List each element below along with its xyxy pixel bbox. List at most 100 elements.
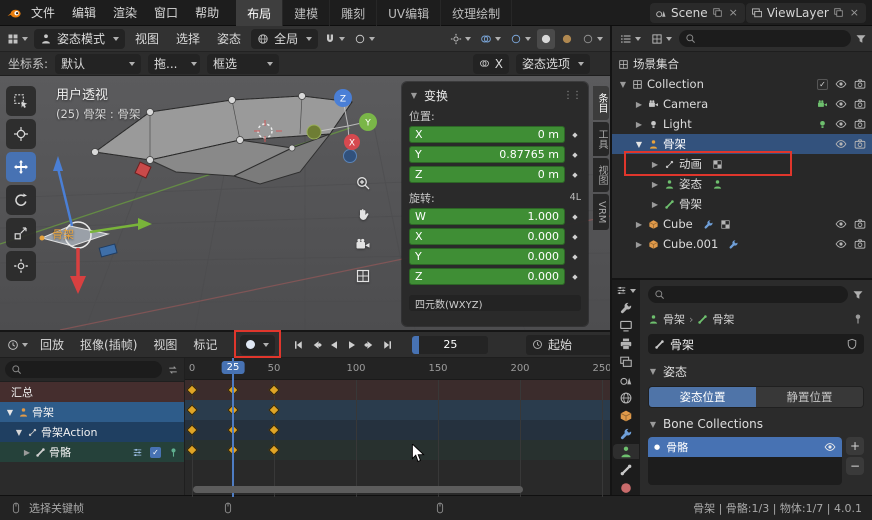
rotation-x-field[interactable]: X0.000 <box>409 228 565 245</box>
disclosure-icon[interactable]: ▶ <box>634 220 644 229</box>
viewlayer-selector[interactable]: ViewLayer × <box>746 3 866 23</box>
section-collapse-icon[interactable]: ▼ <box>648 420 658 429</box>
disclosure-icon[interactable]: ▶ <box>634 240 644 249</box>
tool-transform-button[interactable] <box>6 251 36 281</box>
sidebar-tab-view[interactable]: 视图 <box>593 158 609 192</box>
eye-icon[interactable] <box>824 441 836 453</box>
add-collection-button[interactable]: + <box>846 437 864 455</box>
panel-collapse-icon[interactable]: ▼ <box>409 91 419 100</box>
tab-object[interactable] <box>613 408 639 423</box>
tool-move-button[interactable] <box>6 152 36 182</box>
next-keyframe-button[interactable] <box>361 336 378 354</box>
workspace-tab-sculpting[interactable]: 雕刻 <box>330 0 377 26</box>
disclosure-icon[interactable]: ▶ <box>650 160 660 169</box>
tab-scene[interactable] <box>613 372 639 387</box>
menu-view-timeline[interactable]: 视图 <box>146 333 184 356</box>
rotation-w-field[interactable]: W1.000 <box>409 208 565 225</box>
menu-file[interactable]: 文件 <box>23 1 63 24</box>
timeline-ruler[interactable]: 050100150200250 <box>185 358 610 380</box>
camera-visibility-icon[interactable] <box>854 138 866 150</box>
row-armature-data[interactable]: ▶ 骨架 <box>612 194 872 214</box>
menu-pose3d[interactable]: 姿态 <box>210 27 248 50</box>
tab-material[interactable] <box>613 480 639 495</box>
swap-filter-icon[interactable] <box>167 364 179 376</box>
keyframe-decorator-icon[interactable]: ◆ <box>569 233 581 241</box>
bone-collections-list[interactable]: ● 骨骼 <box>648 437 842 485</box>
outliner-search-input[interactable] <box>679 30 851 47</box>
disclosure-icon[interactable]: ▶ <box>650 180 660 189</box>
drag-dropdown[interactable]: 拖... <box>148 54 200 74</box>
blender-logo-icon[interactable] <box>6 5 22 21</box>
camera-visibility-icon[interactable] <box>854 218 866 230</box>
rotation-y-field[interactable]: Y0.000 <box>409 248 565 265</box>
section-collapse-icon[interactable]: ▼ <box>648 367 658 376</box>
eye-icon[interactable] <box>835 218 847 230</box>
properties-search-input[interactable] <box>648 286 848 303</box>
mode-dropdown[interactable]: 姿态模式 <box>34 29 125 49</box>
expand-icon[interactable]: ▼ <box>5 408 15 417</box>
row-cube[interactable]: ▶ Cube <box>612 214 872 234</box>
tool-scale-button[interactable] <box>6 218 36 248</box>
menu-window[interactable]: 窗口 <box>146 1 186 24</box>
row-pose[interactable]: ▶ 姿态 <box>612 174 872 194</box>
zoom-button[interactable] <box>352 172 374 194</box>
location-y-field[interactable]: Y0.87765 m <box>409 146 565 163</box>
tab-world[interactable] <box>613 390 639 405</box>
mirror-x-button[interactable]: X <box>473 54 509 74</box>
location-z-field[interactable]: Z0 m <box>409 166 565 183</box>
tool-rotate-button[interactable] <box>6 185 36 215</box>
eye-icon[interactable] <box>835 238 847 250</box>
disclosure-icon[interactable]: ▶ <box>650 200 660 209</box>
expand-icon[interactable]: ▶ <box>22 448 32 457</box>
outliner-editor-type-button[interactable] <box>617 29 644 49</box>
snap-button[interactable] <box>321 29 348 49</box>
menu-edit[interactable]: 编辑 <box>64 1 104 24</box>
editor-type-button[interactable] <box>4 29 31 49</box>
row-light[interactable]: ▶ Light <box>612 114 872 134</box>
viewport-3d[interactable]: Z Y X 用户透视 (25) 骨架 : 骨架 骨架 ▼ 变换 ⋮⋮ 位置: X… <box>0 76 610 330</box>
row-armature-selected[interactable]: ▼ 骨架 <box>612 134 872 154</box>
keyframe-decorator-icon[interactable]: ◆ <box>569 131 581 139</box>
pin-icon[interactable] <box>168 447 179 458</box>
workspace-tab-modeling[interactable]: 建模 <box>283 0 330 26</box>
close-scene-icon[interactable]: × <box>727 6 740 19</box>
tab-modifiers[interactable] <box>613 426 639 441</box>
channel-row-armature[interactable]: ▼ 骨架 <box>0 402 184 422</box>
camera-visibility-icon[interactable] <box>854 98 866 110</box>
auto-keying-button[interactable] <box>240 335 275 355</box>
new-scene-icon[interactable] <box>712 7 723 18</box>
scene-selector[interactable]: Scene × <box>650 3 745 23</box>
camera-visibility-icon[interactable] <box>854 78 866 90</box>
play-button[interactable] <box>343 336 360 354</box>
row-animation[interactable]: ▶ 动画 <box>612 154 872 174</box>
keyframe-decorator-icon[interactable]: ◆ <box>569 213 581 221</box>
menu-select3d[interactable]: 选择 <box>169 27 207 50</box>
breadcrumb-data[interactable]: 骨架 <box>712 311 734 327</box>
tab-view-layer[interactable] <box>613 354 639 369</box>
new-viewlayer-icon[interactable] <box>833 7 844 18</box>
orientation-dropdown[interactable]: 全局 <box>251 29 318 49</box>
pan-button[interactable] <box>352 203 374 225</box>
tool-select-box-button[interactable] <box>6 86 36 116</box>
play-reverse-button[interactable] <box>325 336 342 354</box>
sliders-icon[interactable] <box>132 447 143 458</box>
jump-to-end-button[interactable] <box>379 336 396 354</box>
tool-cursor-button[interactable] <box>6 119 36 149</box>
camera-visibility-icon[interactable] <box>854 238 866 250</box>
keyframe-area[interactable]: 050100150200250 25 <box>185 358 610 497</box>
eye-icon[interactable] <box>835 138 847 150</box>
pin-icon[interactable] <box>852 313 864 325</box>
location-x-field[interactable]: X0 m <box>409 126 565 143</box>
workspace-tab-layout[interactable]: 布局 <box>236 0 283 26</box>
row-camera[interactable]: ▶ Camera <box>612 94 872 114</box>
menu-keying[interactable]: 抠像(插帧) <box>73 333 144 356</box>
shading-solid-button[interactable] <box>537 29 555 49</box>
playhead-line[interactable] <box>232 358 234 497</box>
rotation-mode-badge[interactable]: 4L <box>570 192 581 203</box>
disclosure-icon[interactable]: ▼ <box>618 80 628 89</box>
expand-icon[interactable]: ▼ <box>14 428 24 437</box>
menu-render[interactable]: 渲染 <box>105 1 145 24</box>
prev-keyframe-button[interactable] <box>307 336 324 354</box>
axis-y-label[interactable]: Y <box>364 119 371 129</box>
tab-render[interactable] <box>613 319 639 334</box>
